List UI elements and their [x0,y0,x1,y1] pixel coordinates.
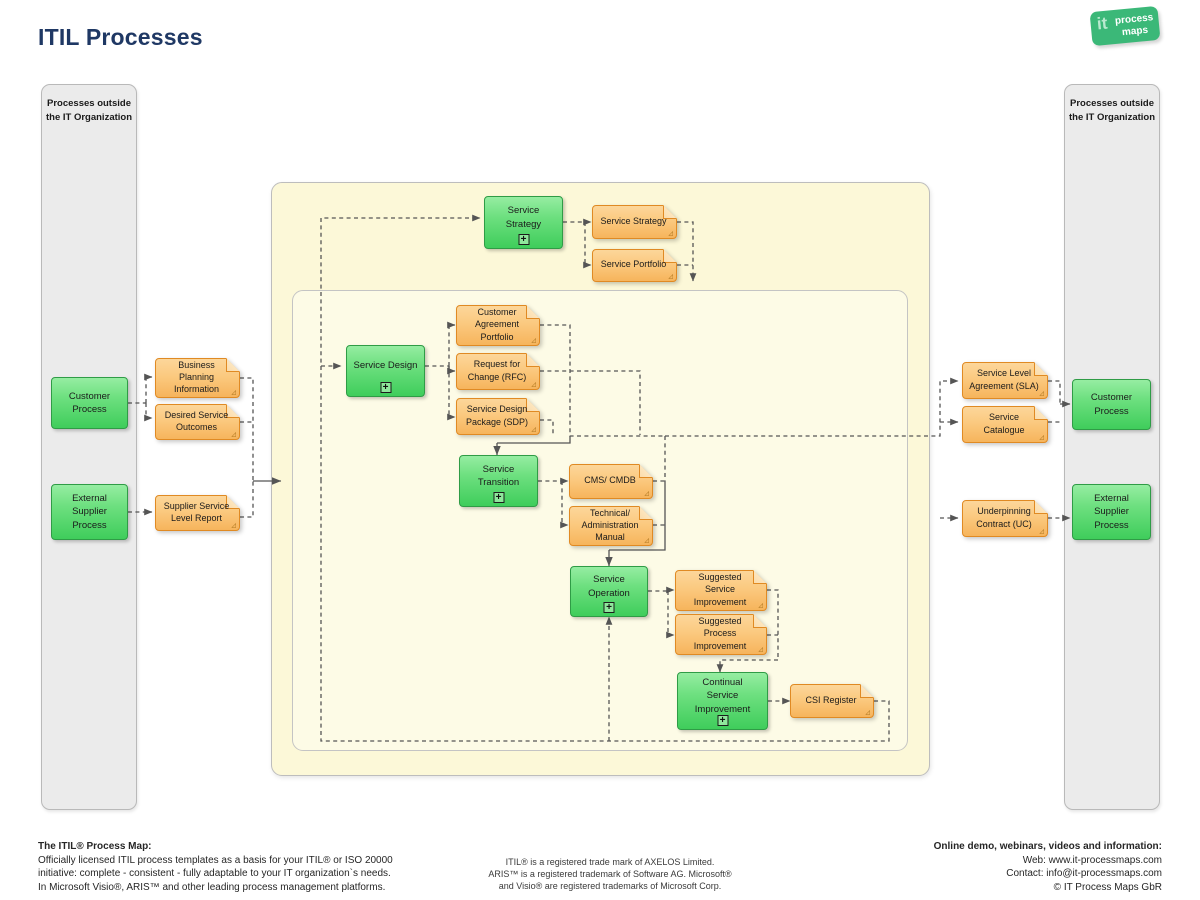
node-label: Service Portfolio [600,259,667,270]
document-corner-marker-icon: ◿ [865,710,870,716]
lane-left-title: Processes outside the IT Organization [45,98,133,123]
logo-text-it: it [1096,13,1109,34]
node-label: CSI Register [805,694,857,705]
process-service-strategy[interactable]: Service Strategy + [484,196,563,249]
node-label: Underpinning Contract (UC) [976,506,1032,529]
document-corner-marker-icon: ◿ [531,338,536,344]
node-label: External Supplier Process [72,493,107,531]
expand-plus-icon[interactable]: + [380,382,391,393]
process-service-operation[interactable]: Service Operation + [570,566,648,617]
document-underpinning-contract[interactable]: Underpinning Contract (UC) ◿ [962,500,1048,537]
node-label: Customer Process [1090,392,1133,417]
document-corner-marker-icon: ◿ [531,382,536,388]
document-service-strategy[interactable]: Service Strategy ◿ [592,205,677,239]
lane-right-outside-organization: Processes outside the IT Organization [1064,84,1160,810]
document-corner-marker-icon: ◿ [1039,435,1044,441]
document-corner-marker-icon: ◿ [231,523,236,529]
document-corner-marker-icon: ◿ [531,427,536,433]
document-request-for-change[interactable]: Request for Change (RFC) ◿ [456,353,540,390]
document-service-portfolio[interactable]: Service Portfolio ◿ [592,249,677,282]
node-label: Service Design [353,360,418,372]
node-label: Service Transition [477,463,520,488]
node-label: Desired Service Outcomes [164,409,229,432]
node-label: Suggested Service Improvement [693,572,747,607]
node-label: Customer Process [68,390,111,415]
expand-plus-icon[interactable]: + [493,492,504,503]
process-customer-process-right[interactable]: Customer Process [1072,379,1151,430]
lane-left-outside-organization: Processes outside the IT Organization [41,84,137,810]
process-customer-process-left[interactable]: Customer Process [51,377,128,429]
node-label: Service Level Agreement (SLA) [969,368,1039,391]
document-cms-cmdb[interactable]: CMS/ CMDB ◿ [569,464,653,499]
footer-left-line2: initiative: complete - consistent - full… [38,868,391,879]
footer-contact: Online demo, webinars, videos and inform… [782,840,1162,894]
expand-plus-icon[interactable]: + [518,234,529,245]
node-label: Continual Service Improvement [694,677,751,715]
itil-process-map-page: ITIL Processes it process maps Processes… [0,0,1200,900]
document-corner-marker-icon: ◿ [231,390,236,396]
process-external-supplier-process-right[interactable]: External Supplier Process [1072,484,1151,540]
footer-mid-line2: ARIS™ is a registered trademark of Softw… [488,869,732,880]
document-corner-marker-icon: ◿ [1039,391,1044,397]
document-corner-marker-icon: ◿ [758,603,763,609]
document-corner-marker-icon: ◿ [668,231,673,237]
footer-right-web[interactable]: Web: www.it-processmaps.com [782,854,1162,868]
expand-plus-icon[interactable]: + [603,602,615,613]
lane-right-title: Processes outside the IT Organization [1068,98,1156,123]
footer-mid-line1: ITIL® is a registered trade mark of AXEL… [505,857,715,867]
document-service-level-agreement[interactable]: Service Level Agreement (SLA) ◿ [962,362,1048,399]
page-title: ITIL Processes [38,24,203,50]
node-label: Request for Change (RFC) [467,359,527,382]
document-suggested-service-improvement[interactable]: Suggested Service Improvement ◿ [675,570,767,611]
footer-left-line1: Officially licensed ITIL process templat… [38,854,393,866]
document-corner-marker-icon: ◿ [668,274,673,280]
document-technical-administration-manual[interactable]: Technical/ Administration Manual ◿ [569,506,653,546]
footer-left: The ITIL® Process Map: Officially licens… [38,840,458,894]
document-corner-marker-icon: ◿ [1039,529,1044,535]
document-service-design-package[interactable]: Service Design Package (SDP) ◿ [456,398,540,435]
document-csi-register[interactable]: CSI Register ◿ [790,684,874,718]
expand-plus-icon[interactable]: + [717,715,728,726]
footer-right-copyright: © IT Process Maps GbR [1053,881,1162,893]
document-service-catalogue[interactable]: Service Catalogue ◿ [962,406,1048,443]
footer-left-heading: The ITIL® Process Map: [38,841,152,852]
it-process-maps-logo[interactable]: it process maps [1089,5,1161,47]
document-corner-marker-icon: ◿ [644,538,649,544]
node-label: Technical/ Administration Manual [581,507,639,543]
node-label: Suggested Process Improvement [693,616,747,651]
document-customer-agreement-portfolio[interactable]: Customer Agreement Portfolio ◿ [456,305,540,346]
footer-right-contact[interactable]: Contact: info@it-processmaps.com [782,867,1162,881]
process-service-transition[interactable]: Service Transition + [459,455,538,507]
process-external-supplier-process-left[interactable]: External Supplier Process [51,484,128,540]
node-label: Service Strategy [505,205,542,230]
node-label: Customer Agreement Portfolio [474,307,520,342]
node-label: External Supplier Process [1094,493,1129,531]
document-corner-marker-icon: ◿ [644,491,649,497]
document-corner-marker-icon: ◿ [231,432,236,438]
document-business-planning-information[interactable]: Business Planning Information ◿ [155,358,240,398]
node-label: Service Strategy [600,215,667,226]
document-supplier-service-level-report[interactable]: Supplier Service Level Report ◿ [155,495,240,531]
document-corner-marker-icon: ◿ [758,647,763,653]
footer-trademarks: ITIL® is a registered trade mark of AXEL… [420,856,800,892]
node-label: Service Operation [588,574,630,599]
process-continual-service-improvement[interactable]: Continual Service Improvement + [677,672,768,730]
footer-right-heading: Online demo, webinars, videos and inform… [933,841,1162,852]
footer-left-line3: In Microsoft Visio®, ARIS™ and other lea… [38,881,386,893]
document-desired-service-outcomes[interactable]: Desired Service Outcomes ◿ [155,404,240,440]
node-label: CMS/ CMDB [584,475,636,486]
process-service-design[interactable]: Service Design + [346,345,425,397]
document-suggested-process-improvement[interactable]: Suggested Process Improvement ◿ [675,614,767,655]
node-label: Service Design Package (SDP) [465,404,529,427]
footer-mid-line3: and Visio® are registered trademarks of … [498,881,722,892]
node-label: Service Catalogue [983,412,1025,435]
node-label: Supplier Service Level Report [163,500,230,523]
node-label: Business Planning Information [173,359,220,395]
